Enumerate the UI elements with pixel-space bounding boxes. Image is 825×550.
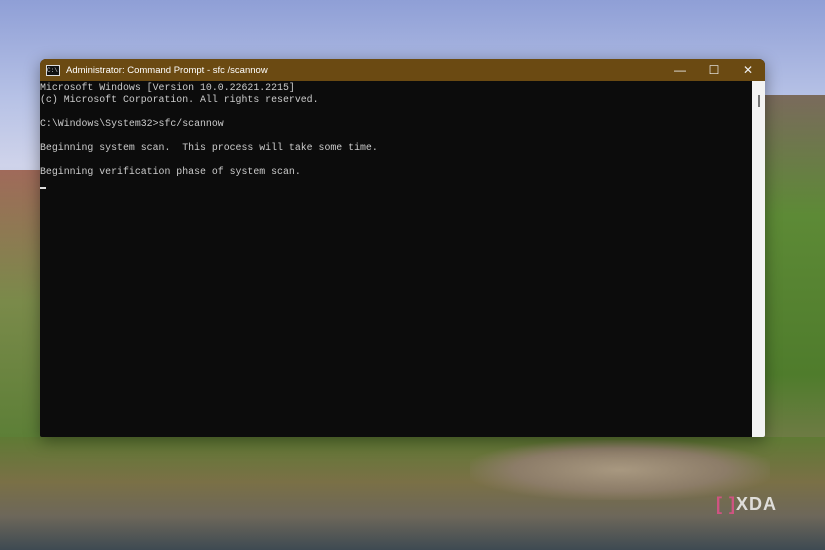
command-prompt-window: C:\ Administrator: Command Prompt - sfc … [40,59,765,437]
text-cursor [40,187,46,189]
console-line: Beginning system scan. This process will… [40,142,378,153]
cmd-icon[interactable]: C:\ [46,64,60,76]
background-rocks [470,440,770,500]
vertical-scrollbar[interactable] [752,81,765,437]
minimize-button[interactable]: — [663,59,697,81]
xda-bracket: [ ] [716,494,736,514]
console-line: Microsoft Windows [Version 10.0.22621.22… [40,82,295,93]
scrollbar-thumb[interactable] [758,95,760,107]
console-line: Beginning verification phase of system s… [40,166,301,177]
console-line: C:\Windows\System32>sfc/scannow [40,118,224,129]
title-bar[interactable]: C:\ Administrator: Command Prompt - sfc … [40,59,765,81]
xda-text: XDA [736,494,778,514]
console-output[interactable]: Microsoft Windows [Version 10.0.22621.22… [40,81,752,437]
xda-watermark-logo: [ ]XDA [716,494,777,515]
window-title: Administrator: Command Prompt - sfc /sca… [66,64,268,76]
console-line: (c) Microsoft Corporation. All rights re… [40,94,319,105]
close-button[interactable]: ✕ [731,59,765,81]
maximize-button[interactable]: ☐ [697,59,731,81]
